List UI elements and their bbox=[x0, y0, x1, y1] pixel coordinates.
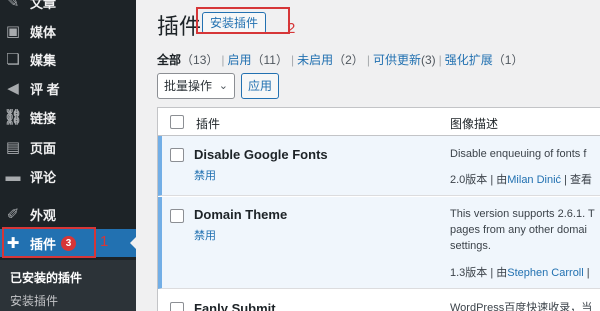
sidebar-item-pages[interactable]: ▤ 页面 bbox=[0, 133, 136, 161]
table-row: Disable Google Fonts 禁用 Disable enqueuin… bbox=[158, 136, 600, 196]
submenu-installed-plugins[interactable]: 已安装的插件 bbox=[10, 269, 82, 286]
sidebar-item-plugins[interactable]: ✚ 插件 3 bbox=[0, 229, 137, 257]
filter-all[interactable]: 全部（13） bbox=[157, 53, 218, 67]
sidebar-item-links[interactable]: ⛓ 链接 bbox=[0, 103, 136, 131]
brush-icon: ✐ bbox=[6, 206, 20, 223]
table-header: 插件 图像描述 bbox=[158, 108, 600, 136]
sidebar-item-collection[interactable]: ❏ 媒集 bbox=[0, 45, 136, 73]
filter-update-available[interactable]: 可供更新(3) bbox=[373, 53, 436, 67]
annotation-number-1: 1 bbox=[100, 233, 109, 250]
plugin-description-line: This version supports 2.6.1. T bbox=[450, 208, 595, 220]
pin-icon: ✎ bbox=[6, 0, 20, 11]
plugin-description-line: pages from any other domai bbox=[450, 224, 587, 236]
sidebar-item-appearance[interactable]: ✐ 外观 bbox=[0, 200, 136, 228]
plugins-table: 插件 图像描述 Disable Google Fonts 禁用 Disable … bbox=[157, 107, 600, 311]
row-checkbox[interactable] bbox=[170, 302, 184, 311]
main-content: 插件 安装插件 全部（13） | 启用（11） | 未启用（2） | 可供更新(3) | 强化扩… bbox=[136, 0, 600, 311]
page-icon: ▤ bbox=[5, 139, 21, 156]
admin-sidebar: ✎ 文章 ▣ 媒体 ❏ 媒集 ◀ 评 者 ⛓ 链接 ▤ 页面 ▬ 评论 ✐ 外观… bbox=[0, 0, 137, 311]
comment-icon: ▬ bbox=[5, 167, 21, 185]
link-icon: ⛓ bbox=[3, 109, 23, 126]
filter-recommended[interactable]: 强化扩展（1） bbox=[445, 53, 524, 67]
plugin-filters: 全部（13） | 启用（11） | 未启用（2） | 可供更新(3) | 强化扩展（1） bbox=[157, 53, 524, 67]
sidebar-item-reviews[interactable]: ◀ 评 者 bbox=[0, 74, 136, 102]
author-link[interactable]: Milan Dinić bbox=[507, 174, 561, 186]
plugin-icon: ✚ bbox=[6, 235, 20, 252]
plugin-meta: 1.3版本 | 由Stephen Carroll | bbox=[450, 267, 590, 279]
add-new-plugin-button[interactable]: 安装插件 bbox=[202, 12, 267, 34]
plugin-description: Disable enqueuing of fonts f bbox=[450, 148, 587, 160]
deactivate-link[interactable]: 禁用 bbox=[194, 227, 216, 243]
plugin-name: Fanly Submit bbox=[194, 301, 276, 311]
select-all-checkbox[interactable] bbox=[170, 115, 184, 129]
plugin-description: WordPress百度快速收录，当 bbox=[450, 302, 593, 311]
table-row: Fanly Submit WordPress百度快速收录，当 bbox=[158, 290, 600, 311]
plugin-description-line: settings. bbox=[450, 240, 491, 252]
plugin-name: Domain Theme bbox=[194, 207, 288, 222]
author-link[interactable]: Stephen Carroll bbox=[507, 267, 583, 279]
sidebar-item-media[interactable]: ▣ 媒体 bbox=[0, 17, 136, 45]
sidebar-item-comments[interactable]: ▬ 评论 bbox=[0, 162, 136, 190]
media-icon: ▣ bbox=[5, 23, 21, 40]
update-count-badge: 3 bbox=[61, 235, 77, 251]
pages-icon: ❏ bbox=[6, 51, 20, 68]
plugins-submenu: 已安装的插件 安装插件 bbox=[0, 260, 136, 311]
deactivate-link[interactable]: 禁用 bbox=[194, 167, 216, 183]
apply-button[interactable]: 应用 bbox=[241, 73, 279, 99]
chevron-down-icon: ⌄ bbox=[218, 80, 228, 92]
row-checkbox[interactable] bbox=[170, 209, 184, 223]
submenu-add-plugins[interactable]: 安装插件 bbox=[10, 292, 58, 309]
plugin-name: Disable Google Fonts bbox=[194, 147, 328, 162]
column-header-description: 图像描述 bbox=[450, 117, 499, 131]
table-row: Domain Theme 禁用 This version supports 2.… bbox=[158, 197, 600, 289]
megaphone-icon: ◀ bbox=[7, 80, 19, 97]
bulk-action-select[interactable]: 批量操作 ⌄ bbox=[157, 73, 235, 99]
filter-inactive[interactable]: 未启用（2） bbox=[297, 53, 364, 67]
page-title: 插件 bbox=[157, 14, 202, 39]
plugin-meta: 2.0版本 | 由Milan Dinić | 查看 bbox=[450, 174, 593, 186]
column-header-plugin: 插件 bbox=[196, 117, 221, 131]
row-checkbox[interactable] bbox=[170, 148, 184, 162]
sidebar-item-posts[interactable]: ✎ 文章 bbox=[0, 0, 136, 16]
filter-active[interactable]: 启用（11） bbox=[228, 53, 288, 67]
annotation-number-2: 2 bbox=[287, 20, 296, 37]
